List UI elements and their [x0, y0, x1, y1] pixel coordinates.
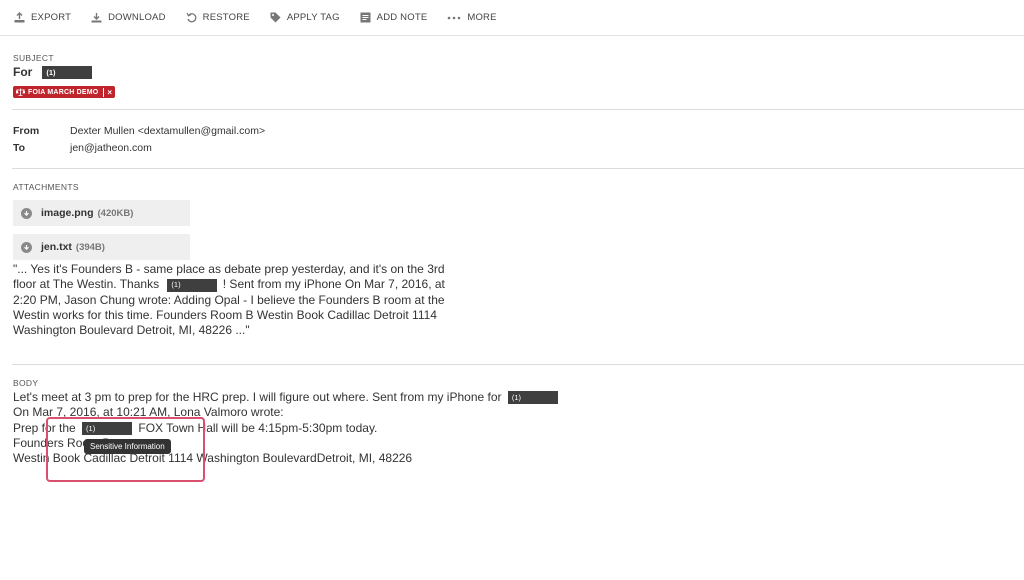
more-label: MORE [467, 12, 497, 23]
subject-line: For (1) [13, 65, 94, 79]
subject-section-label: SUBJECT [13, 53, 54, 63]
snippet-line: "... Yes it's Founders B - same place as… [13, 262, 445, 276]
snippet-line: Westin works for this time. Founders Roo… [13, 307, 437, 322]
to-value: jen@jatheon.com [70, 142, 152, 154]
add-note-button[interactable]: ADD NOTE [360, 12, 428, 23]
apply-tag-button[interactable]: APPLY TAG [270, 12, 340, 23]
tag-badge: FOIA MARCH DEMO × [13, 86, 116, 98]
subject-prefix: For [13, 65, 33, 79]
body-text: Prep for the [13, 420, 76, 435]
restore-label: RESTORE [202, 12, 250, 23]
snippet-text: ! Sent from my iPhone On Mar 7, 2016, at [222, 277, 445, 292]
download-button[interactable]: DOWNLOAD [91, 12, 166, 23]
export-icon [14, 12, 25, 23]
body-text: Let's meet at 3 pm to prep for the HRC p… [13, 390, 502, 404]
redaction-marker[interactable]: (1) [167, 278, 218, 292]
attachments-section-label: ATTACHMENTS [13, 182, 79, 192]
add-note-label: ADD NOTE [376, 12, 428, 23]
snippet-text: floor at The Westin. Thanks [13, 277, 160, 292]
download-circle-icon [21, 207, 32, 219]
attachment-item[interactable]: jen.txt (394B) [13, 234, 190, 260]
tag-label: FOIA MARCH DEMO [28, 88, 99, 96]
remove-tag-button[interactable]: × [103, 87, 112, 97]
attachment-name: jen.txt [41, 241, 72, 253]
redaction-marker[interactable]: (1) [42, 65, 93, 79]
divider [12, 109, 1024, 110]
body-line: Let's meet at 3 pm to prep for the HRC p… [13, 390, 560, 405]
attachment-size: (394B) [75, 241, 105, 253]
toolbar: EXPORT DOWNLOAD RESTORE APPLY TAG ADD NO… [0, 0, 1024, 36]
download-icon [91, 13, 102, 23]
download-circle-icon [21, 241, 32, 253]
tag-icon [270, 12, 281, 23]
snippet-line: Washington Boulevard Detroit, MI, 48226 … [13, 323, 250, 338]
restore-icon [186, 12, 197, 23]
redaction-marker[interactable]: (1) [507, 391, 558, 405]
message-body: Let's meet at 3 pm to prep for the HRC p… [13, 390, 560, 466]
more-icon [448, 16, 461, 19]
export-button[interactable]: EXPORT [14, 12, 71, 23]
body-text: FOX Town Hall will be 4:15pm-5:30pm toda… [138, 420, 378, 435]
body-section-label: BODY [13, 378, 39, 388]
divider [12, 168, 1024, 169]
apply-tag-label: APPLY TAG [286, 12, 340, 23]
divider [12, 364, 1024, 365]
attachment-name: image.png [41, 207, 94, 219]
body-line: Prep for the (1) FOX Town Hall will be 4… [13, 421, 560, 436]
export-label: EXPORT [31, 12, 72, 23]
download-label: DOWNLOAD [108, 12, 166, 23]
body-line: On Mar 7, 2016, at 10:21 AM, Lona Valmor… [13, 405, 284, 420]
redaction-marker[interactable]: (1) [82, 421, 133, 435]
sensitive-info-tooltip: Sensitive Information [84, 439, 171, 454]
from-value: Dexter Mullen <dextamullen@gmail.com> [70, 125, 266, 137]
attachment-item[interactable]: image.png (420KB) [13, 200, 190, 226]
restore-button[interactable]: RESTORE [186, 12, 250, 23]
note-icon [360, 12, 371, 23]
from-label: From [13, 125, 40, 137]
snippet-line: floor at The Westin. Thanks (1) ! Sent f… [13, 277, 445, 292]
attachment-size: (420KB) [97, 207, 134, 219]
message-snippet: "... Yes it's Founders B - same place as… [13, 262, 445, 338]
more-button[interactable]: MORE [447, 12, 496, 23]
to-label: To [13, 142, 26, 154]
scale-icon [16, 88, 25, 96]
snippet-line: 2:20 PM, Jason Chung wrote: Adding Opal … [13, 292, 445, 307]
